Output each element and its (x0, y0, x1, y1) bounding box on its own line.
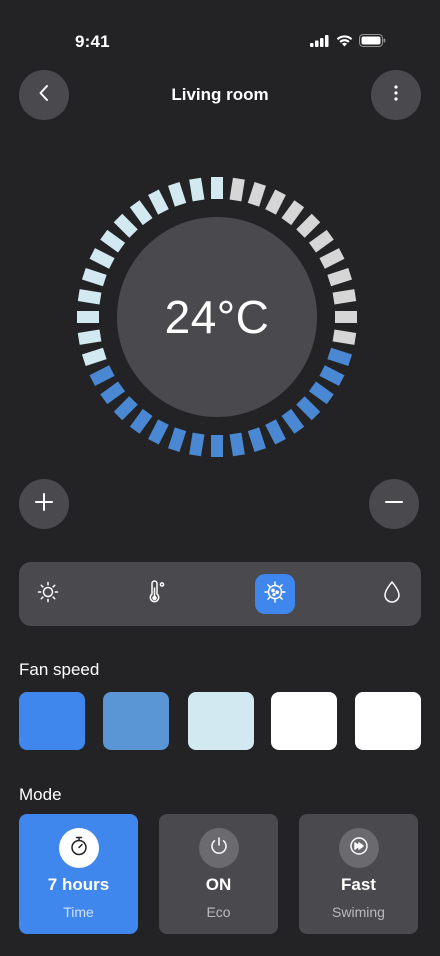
sun-icon (36, 580, 60, 609)
card-icon-circle (199, 828, 239, 868)
thermometer-icon (145, 579, 169, 610)
fan-speed-option-3[interactable] (188, 692, 254, 750)
dial-tick (168, 427, 187, 453)
more-options-button[interactable] (371, 70, 421, 120)
dial-tick (148, 189, 169, 215)
dial-tick (89, 248, 115, 269)
temperature-dial[interactable]: 24°C (70, 170, 370, 470)
dial-tick (308, 381, 334, 405)
timer-icon (68, 835, 90, 862)
fan-speed-option-5[interactable] (355, 692, 421, 750)
fan-speed-option-4[interactable] (271, 692, 337, 750)
virus-mode-button[interactable] (255, 574, 295, 614)
status-bar: 9:41 (0, 0, 440, 70)
dial-tick (129, 200, 153, 226)
fan-speed-option-1[interactable] (19, 692, 85, 750)
dial-tick (296, 396, 321, 421)
card-icon-circle (59, 828, 99, 868)
battery-icon (359, 34, 386, 47)
mode-card-time[interactable]: 7 hours Time (19, 814, 138, 934)
dial-tick (81, 347, 107, 366)
mode-card-eco[interactable]: ON Eco (159, 814, 278, 934)
decrease-temperature-button[interactable] (369, 479, 419, 529)
dial-tick (247, 427, 266, 453)
fast-forward-icon (348, 835, 370, 862)
mode-card-label: Time (63, 904, 94, 920)
dial-tick (113, 213, 138, 238)
mode-card-value: Fast (341, 875, 376, 894)
dial-tick (77, 329, 102, 345)
dial-tick (247, 181, 266, 207)
dial-tick (168, 181, 187, 207)
mode-card-label: Swiming (332, 904, 385, 920)
dial-tick (296, 213, 321, 238)
status-icons (310, 34, 386, 47)
dial-tick (129, 408, 153, 434)
dial-tick (327, 268, 353, 287)
dial-tick (100, 229, 126, 253)
temperature-display: 24°C (164, 291, 270, 343)
dial-tick (319, 365, 345, 386)
dial-tick (189, 432, 205, 457)
dial-tick (327, 347, 353, 366)
fan-speed-option-2[interactable] (103, 692, 169, 750)
dial-tick (189, 177, 205, 202)
humidity-mode-button[interactable] (372, 574, 412, 614)
mode-card-swing[interactable]: Fast Swiming (299, 814, 418, 934)
dial-tick (332, 289, 357, 305)
mode-card-value: 7 hours (47, 875, 110, 894)
dial-tick (281, 408, 305, 434)
dial-tick (81, 268, 107, 287)
increase-temperature-button[interactable] (19, 479, 69, 529)
dial-tick (265, 189, 286, 215)
dial-tick (89, 365, 115, 386)
status-time: 9:41 (75, 32, 110, 51)
mode-card-value: ON (205, 875, 232, 894)
minus-icon (384, 492, 404, 517)
dial-tick (281, 200, 305, 226)
mode-card-label: Eco (206, 904, 231, 920)
wifi-icon (336, 34, 353, 47)
signal-icon (310, 34, 330, 47)
power-icon (208, 835, 230, 862)
dial-tick (148, 419, 169, 445)
card-icon-circle (339, 828, 379, 868)
dial-tick (332, 329, 357, 345)
dial-tick (100, 381, 126, 405)
virus-icon (262, 579, 288, 610)
mode-selector-bar (19, 562, 421, 626)
dial-tick (113, 396, 138, 421)
droplet-icon (381, 579, 403, 610)
dial-tick (319, 248, 345, 269)
dial-tick (265, 419, 286, 445)
more-vertical-icon (393, 83, 399, 108)
sun-mode-button[interactable] (28, 574, 68, 614)
mode-label: Mode (19, 785, 62, 804)
plus-icon (34, 492, 54, 517)
dial-tick (308, 229, 334, 253)
dial-tick (77, 289, 102, 305)
dial-center: 24°C (117, 217, 317, 417)
dial-tick (229, 432, 245, 457)
dial-tick (229, 177, 245, 202)
thermometer-mode-button[interactable] (137, 574, 177, 614)
fan-speed-label: Fan speed (19, 660, 100, 679)
